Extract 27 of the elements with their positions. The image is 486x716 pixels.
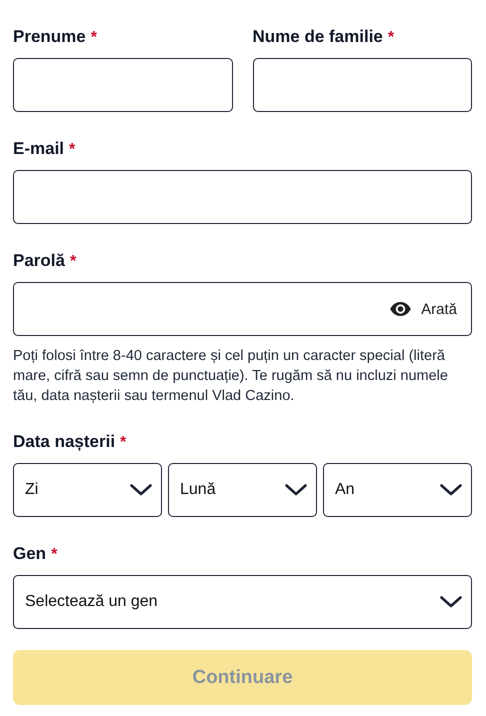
field-label: Nume de familie — [252, 27, 383, 47]
required-mark: * — [70, 253, 76, 271]
password-field[interactable]: Arată — [13, 282, 472, 336]
required-mark: * — [120, 434, 126, 452]
eye-icon — [390, 302, 412, 316]
required-mark: * — [69, 141, 76, 159]
email-field[interactable] — [13, 170, 472, 224]
required-mark: * — [388, 29, 394, 47]
password-hint: Poți folosi între 8-40 caractere și cel puțin un caracter special (literă mare, cifră sau semn de punctuație). Te rugăm să nu incluzi numele tău, data nașterii sau termenul Vlad Cazino. — [13, 347, 449, 406]
required-mark: * — [90, 29, 97, 47]
last-name-field[interactable] — [252, 58, 472, 112]
required-mark: * — [51, 546, 58, 564]
first-name-field[interactable] — [13, 58, 232, 112]
dropdown[interactable]: Zi — [13, 463, 162, 517]
field-label: E-mail — [13, 139, 64, 159]
chevron-down-icon — [285, 484, 307, 496]
field-label: Parolă — [13, 251, 65, 271]
field-label: Data nașterii — [13, 432, 116, 452]
gender-dropdown[interactable]: Selectează un gen — [13, 575, 472, 629]
chevron-down-icon — [440, 596, 462, 608]
field-label: Prenume — [13, 27, 86, 47]
chevron-down-icon — [440, 484, 462, 496]
chevron-down-icon — [130, 484, 152, 496]
dropdown[interactable]: Lună — [168, 463, 317, 517]
dropdown[interactable]: An — [323, 463, 472, 517]
show-password-button[interactable]: Arată — [390, 300, 457, 318]
field-label: Gen — [13, 544, 46, 564]
